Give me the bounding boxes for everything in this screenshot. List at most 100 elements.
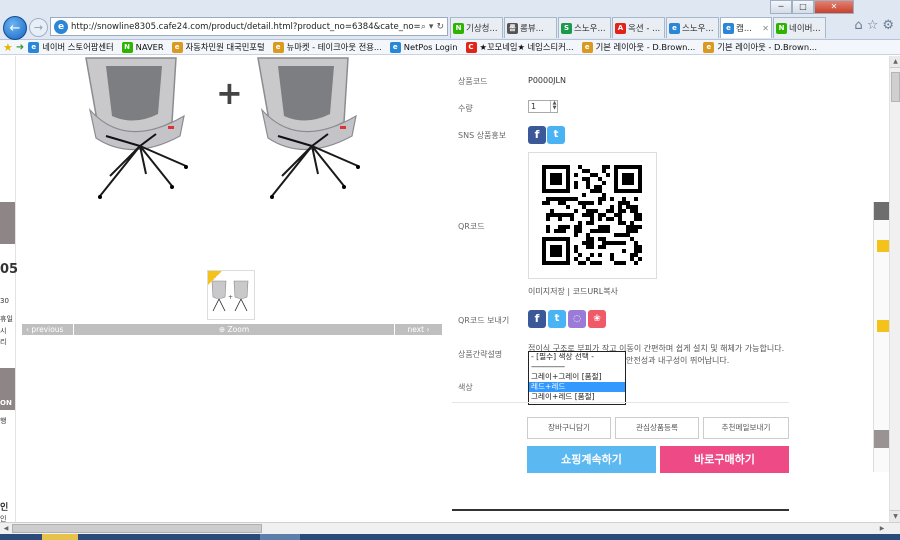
- previous-button[interactable]: ‹ previous: [22, 324, 74, 335]
- dropdown-option[interactable]: 레드+레드: [529, 382, 625, 392]
- tab-strip: N 기상청... 롬 롬뷰... S 스노우... A 옥션 - ... e 스노우... e 캠..…: [450, 17, 827, 38]
- color-label: 색상: [458, 383, 473, 392]
- favorites-star-icon[interactable]: ★: [3, 41, 13, 54]
- browser-tab[interactable]: S 스노우...: [558, 17, 611, 38]
- chat-bubble-icon[interactable]: ◌: [568, 310, 586, 328]
- zoom-button[interactable]: ⊕ Zoom: [74, 325, 394, 334]
- wishlist-button[interactable]: 관심상품등록: [615, 417, 699, 439]
- favorites-star-icon[interactable]: ☆: [867, 18, 879, 33]
- url-text[interactable]: http://snowline8305.cafe24.com/product/d…: [71, 22, 421, 32]
- page-viewport: 05 30 휴일 시 리 ON 행 인 인 + + ‹ previous ⊕ Z…: [0, 56, 900, 522]
- browser-tab[interactable]: N 기상청...: [450, 17, 503, 38]
- favorite-favicon-icon: e: [703, 41, 715, 53]
- product-thumbnail[interactable]: +: [207, 270, 255, 320]
- qr-copy-link[interactable]: 코드URL복사: [573, 287, 618, 296]
- favorite-link[interactable]: e 네이버 스토어팜센터: [28, 41, 114, 53]
- color-select-dropdown[interactable]: - [필수] 색상 선택 - ------------------- 그레이+그레이…: [528, 351, 626, 405]
- search-icon[interactable]: ⌕: [421, 22, 426, 32]
- facebook-icon[interactable]: f: [528, 126, 546, 144]
- favorite-favicon-icon: e: [272, 41, 284, 53]
- tab-favicon-icon: S: [561, 22, 572, 34]
- browser-tab[interactable]: e 캠... ✕: [720, 17, 772, 38]
- favorite-label: 자동차민원 대국민포털: [185, 42, 265, 52]
- favorite-label: ★꼬모네임★ 네임스티커...: [479, 42, 574, 52]
- left-phone-fragment: 05: [0, 262, 19, 277]
- back-button[interactable]: ←: [3, 16, 27, 40]
- close-window-button[interactable]: ✕: [814, 0, 854, 14]
- vertical-scrollbar[interactable]: ▲ ▼: [889, 56, 900, 522]
- scroll-down-arrow-icon[interactable]: ▼: [890, 510, 900, 522]
- minimize-button[interactable]: ─: [770, 0, 792, 14]
- taskbar-item[interactable]: [42, 534, 78, 540]
- add-to-cart-button[interactable]: 장바구니담기: [527, 417, 611, 439]
- zoom-label: Zoom: [227, 325, 250, 334]
- right-panel-button[interactable]: [874, 430, 890, 448]
- scroll-left-arrow-icon[interactable]: ◀: [0, 523, 12, 534]
- browser-tab[interactable]: N 네이버...: [773, 17, 826, 38]
- browser-tab[interactable]: A 옥션 - ...: [612, 17, 665, 38]
- left-text-fragment: 리: [0, 338, 7, 346]
- browser-toolbar: ─ □ ✕ ← → e http://snowline8305.cafe24.c…: [0, 0, 900, 40]
- next-button[interactable]: next ›: [394, 324, 442, 335]
- tab-favicon-icon: e: [723, 22, 734, 34]
- qr-links: 이미지저장 | 코드URL복사: [528, 286, 618, 297]
- tab-label: 스노우...: [574, 24, 606, 34]
- send-recommend-mail-button[interactable]: 추천메일보내기: [703, 417, 789, 439]
- favorite-link[interactable]: e 자동차민원 대국민포털: [171, 41, 265, 53]
- favorite-favicon-icon: N: [121, 41, 133, 53]
- favorite-favicon-icon: e: [171, 41, 183, 53]
- sns-label: SNS 상품홍보: [458, 131, 507, 140]
- back-arrow-icon: ←: [9, 20, 21, 36]
- left-text-fragment: 행: [0, 417, 7, 425]
- os-taskbar: [0, 534, 900, 540]
- scrollbar-thumb[interactable]: [891, 72, 900, 102]
- scroll-up-arrow-icon[interactable]: ▲: [890, 56, 900, 68]
- facebook-icon[interactable]: f: [528, 310, 546, 328]
- browser-tab[interactable]: 롬 롬뷰...: [504, 17, 557, 38]
- product-image-chair[interactable]: [248, 56, 366, 202]
- favorite-link[interactable]: e 기본 레이아웃 - D.Brown...: [703, 41, 817, 53]
- qr-code-graphic: [542, 165, 642, 265]
- favorite-label: NAVER: [135, 42, 164, 52]
- continue-shopping-button[interactable]: 쇼핑계속하기: [527, 446, 656, 473]
- left-text-fragment: 휴일: [0, 315, 13, 323]
- favorite-link[interactable]: C ★꼬모네임★ 네임스티커...: [465, 41, 574, 53]
- horizontal-scrollbar-thumb[interactable]: [12, 524, 262, 533]
- forward-button[interactable]: →: [29, 18, 48, 37]
- quantity-stepper[interactable]: ▲ ▼: [550, 101, 558, 112]
- dropdown-option[interactable]: - [필수] 색상 선택 -: [529, 352, 625, 362]
- taskbar-item[interactable]: [260, 534, 300, 540]
- product-image-chair[interactable]: [76, 56, 194, 202]
- favorite-link[interactable]: e 기본 레이아웃 - D.Brown...: [581, 41, 695, 53]
- refresh-icon[interactable]: ↻: [436, 22, 444, 32]
- tab-label: 캠...: [736, 24, 752, 34]
- favorite-favicon-icon: C: [465, 41, 477, 53]
- favorite-link[interactable]: e 뉴마켓 - 테이크아웃 전용...: [272, 41, 382, 53]
- twitter-icon[interactable]: t: [547, 126, 565, 144]
- browser-tab[interactable]: e 스노우...: [666, 17, 719, 38]
- qr-save-link[interactable]: 이미지저장: [528, 287, 565, 296]
- favorite-link[interactable]: e NetPos Login: [389, 41, 458, 53]
- favorite-label: NetPos Login: [403, 42, 458, 52]
- twitter-icon[interactable]: t: [548, 310, 566, 328]
- qr-link-divider: |: [567, 287, 571, 296]
- red-share-icon[interactable]: ❀: [588, 310, 606, 328]
- gear-icon[interactable]: ⚙: [882, 18, 894, 33]
- home-icon[interactable]: ⌂: [854, 18, 862, 33]
- buy-now-button[interactable]: 바로구매하기: [660, 446, 789, 473]
- right-panel-header[interactable]: [874, 202, 890, 220]
- tab-favicon-icon: A: [615, 22, 626, 34]
- tab-label: 기상청...: [466, 24, 498, 34]
- dropdown-option[interactable]: 그레이+레드 [품절]: [529, 392, 625, 402]
- tab-close-icon[interactable]: ✕: [762, 24, 769, 33]
- ie-page-icon: e: [54, 19, 68, 34]
- qr-code-image: [528, 152, 657, 279]
- address-bar[interactable]: e http://snowline8305.cafe24.com/product…: [50, 17, 448, 36]
- add-favorite-icon[interactable]: ➜: [16, 42, 24, 53]
- maximize-button[interactable]: □: [792, 0, 814, 14]
- scroll-right-arrow-icon[interactable]: ▶: [876, 523, 888, 534]
- horizontal-scrollbar[interactable]: ◀ ▶: [0, 522, 900, 534]
- favorite-link[interactable]: N NAVER: [121, 41, 164, 53]
- dropdown-option[interactable]: 그레이+그레이 [품절]: [529, 372, 625, 382]
- dropdown-arrow-icon[interactable]: ▾: [429, 22, 434, 32]
